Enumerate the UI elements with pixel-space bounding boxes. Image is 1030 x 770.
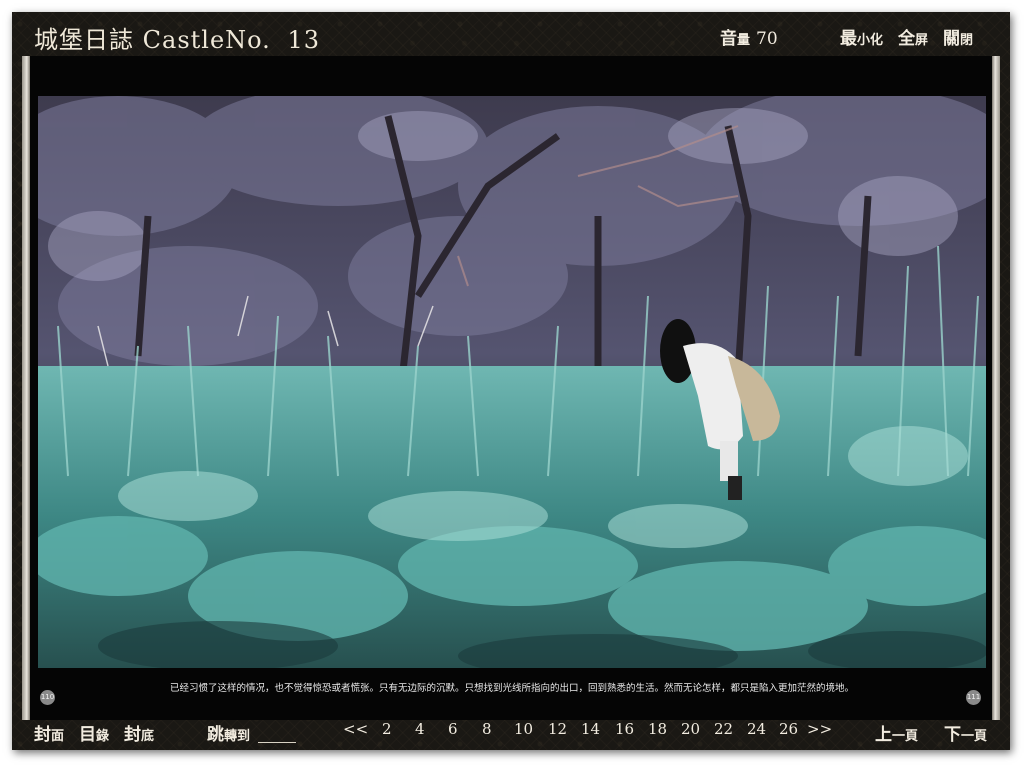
prev-page-label-small: 一頁 <box>892 729 919 744</box>
next-page-label: 下 <box>944 725 961 745</box>
page-link[interactable]: 2 <box>382 720 392 738</box>
volume-label-small: 量 <box>737 33 751 48</box>
page-link[interactable]: 6 <box>448 720 458 738</box>
next-page-label-small: 一頁 <box>961 729 988 744</box>
next-page-button[interactable]: 下一頁 <box>944 720 987 745</box>
page-link[interactable]: 10 <box>514 720 533 738</box>
castle-prefix: CastleNo. <box>142 26 271 54</box>
page-link[interactable]: 12 <box>548 720 567 738</box>
fullscreen-label: 全 <box>898 29 915 49</box>
page-link[interactable]: 22 <box>714 720 733 738</box>
page-link[interactable]: 14 <box>581 720 600 738</box>
toc-label: 目 <box>79 725 96 745</box>
page-next-arrow[interactable]: >> <box>807 720 832 738</box>
minimize-label-small: 小化 <box>857 33 884 48</box>
page-link[interactable]: 24 <box>747 720 766 738</box>
page-number-left: 110 <box>40 690 55 705</box>
page-link[interactable]: 18 <box>648 720 667 738</box>
castle-number: 13 <box>287 26 320 54</box>
app-window: 城堡日誌 CastleNo. 13 音量 70 最小化 全屏 關閉 已经习惯了这… <box>12 12 1010 750</box>
app-title-text: 城堡日誌 <box>34 26 134 54</box>
back-cover-link[interactable]: 封底 <box>124 720 154 745</box>
page-link[interactable]: 20 <box>681 720 700 738</box>
back-cover-label-small: 底 <box>141 729 155 744</box>
cover-label: 封 <box>34 725 51 745</box>
toc-label-small: 錄 <box>96 729 110 744</box>
close-button[interactable]: 關閉 <box>943 24 973 49</box>
page-link[interactable]: 4 <box>415 720 425 738</box>
prev-page-label: 上 <box>875 725 892 745</box>
title-bar[interactable]: 城堡日誌 CastleNo. 13 音量 70 最小化 全屏 關閉 <box>12 12 1010 56</box>
app-title: 城堡日誌 CastleNo. 13 <box>34 20 320 55</box>
page-link[interactable]: 8 <box>482 720 492 738</box>
prev-page-button[interactable]: 上一頁 <box>875 720 918 745</box>
close-label: 關 <box>943 29 960 49</box>
bottom-nav-bar: 封面 目錄 封底 跳轉到 << 2 4 6 8 10 12 14 16 18 2… <box>12 720 1010 750</box>
minimize-button[interactable]: 最小化 <box>840 24 883 49</box>
page-illustration <box>38 96 986 668</box>
back-cover-label: 封 <box>124 725 141 745</box>
page-number-right: 111 <box>966 690 981 705</box>
page-edge-right <box>992 56 1000 720</box>
cover-label-small: 面 <box>51 729 65 744</box>
jump-page-input[interactable] <box>258 724 296 743</box>
page-edge-left <box>22 56 30 720</box>
minimize-label: 最 <box>840 29 857 49</box>
page-link[interactable]: 26 <box>779 720 798 738</box>
volume-value: 70 <box>756 29 778 49</box>
jump-label-small: 轉到 <box>224 729 251 744</box>
jump-to-label: 跳轉到 <box>207 720 250 745</box>
close-label-small: 閉 <box>960 33 974 48</box>
volume-label: 音 <box>720 29 737 49</box>
page-caption: 已经习惯了这样的情况，也不觉得惊恐或者慌张。只有无边际的沉默。只想找到光线所指向… <box>169 683 854 694</box>
cover-link[interactable]: 封面 <box>34 720 64 745</box>
page-link[interactable]: 16 <box>615 720 634 738</box>
fullscreen-button[interactable]: 全屏 <box>898 24 928 49</box>
jump-label: 跳 <box>207 725 224 745</box>
toc-link[interactable]: 目錄 <box>79 720 109 745</box>
volume-control[interactable]: 音量 70 <box>720 24 778 49</box>
fullscreen-label-small: 屏 <box>915 33 929 48</box>
book-page: 已经习惯了这样的情况，也不觉得惊恐或者慌张。只有无边际的沉默。只想找到光线所指向… <box>22 56 1000 720</box>
page-prev-arrow[interactable]: << <box>343 720 368 738</box>
